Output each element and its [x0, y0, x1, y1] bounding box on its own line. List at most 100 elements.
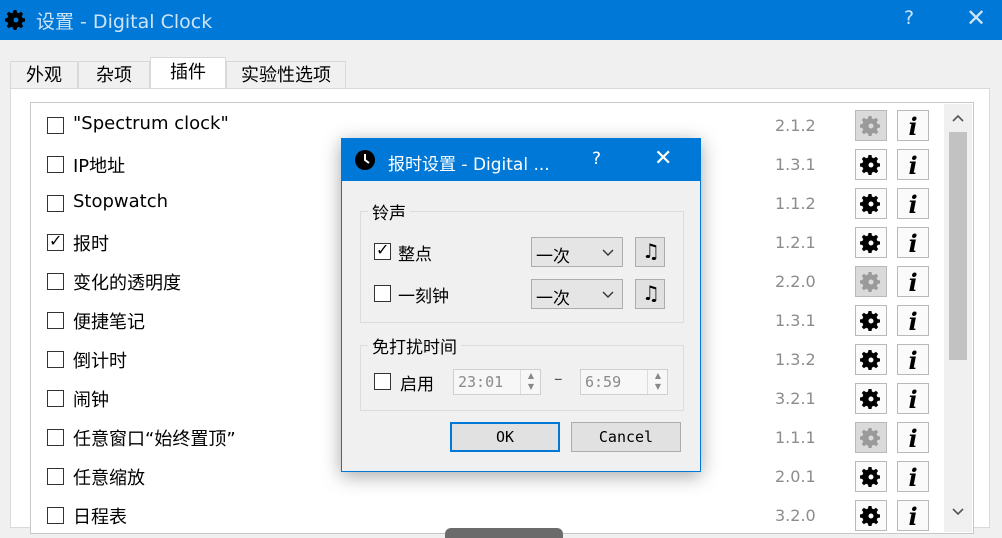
hourly-sound-button[interactable]: ♫ — [635, 237, 665, 267]
info-icon: i — [908, 190, 918, 219]
plugin-info-button[interactable]: i — [897, 383, 929, 414]
plugin-version: 1.3.1 — [775, 311, 816, 330]
plugin-info-button[interactable]: i — [897, 110, 929, 141]
plugin-info-button[interactable]: i — [897, 188, 929, 219]
ok-button[interactable]: OK — [450, 422, 560, 452]
plugin-name: Stopwatch — [73, 191, 169, 212]
plugin-info-button[interactable]: i — [897, 305, 929, 336]
tab-appearance[interactable]: 外观 — [10, 61, 78, 89]
gear-icon — [860, 311, 880, 331]
tab-misc[interactable]: 杂项 — [78, 61, 150, 89]
plugin-version: 2.2.0 — [775, 272, 816, 291]
scroll-thumb[interactable] — [949, 132, 967, 360]
plugin-checkbox[interactable] — [47, 273, 64, 290]
hourly-label: 整点 — [398, 245, 432, 265]
gear-icon — [860, 233, 880, 253]
plugin-checkbox[interactable] — [47, 429, 64, 446]
info-icon: i — [908, 112, 918, 141]
tab-plugins[interactable]: 插件 — [150, 57, 226, 89]
quiet-enable-checkbox[interactable] — [374, 373, 391, 390]
cancel-button[interactable]: Cancel — [571, 422, 681, 452]
info-icon: i — [908, 307, 918, 336]
quiet-start-time[interactable]: 23:01 ▲ ▼ — [453, 369, 541, 395]
scroll-down-button[interactable] — [944, 498, 972, 526]
plugin-name: "Spectrum clock" — [73, 113, 229, 134]
title-bar: 设置 - Digital Clock ? ✕ — [0, 0, 1002, 40]
dialog-title-bar: 报时设置 - Digital ... ? ✕ — [342, 139, 700, 181]
plugin-info-button[interactable]: i — [897, 500, 929, 531]
plugin-name: IP地址 — [73, 156, 126, 177]
plugin-checkbox[interactable] — [47, 156, 64, 173]
scrollbar[interactable] — [944, 104, 972, 532]
chime-settings-dialog: 报时设置 - Digital ... ? ✕ 铃声 ✓ 整点 一次 ♫ 一刻钟 … — [341, 138, 701, 472]
spin-arrows-icon[interactable]: ▲ ▼ — [647, 370, 668, 394]
plugin-settings-button[interactable] — [855, 188, 887, 219]
plugin-info-button[interactable]: i — [897, 344, 929, 375]
dialog-help-button[interactable]: ? — [592, 149, 601, 169]
plugin-name: 便捷笔记 — [73, 312, 145, 333]
scroll-up-button[interactable] — [944, 104, 972, 132]
plugin-settings-button[interactable] — [855, 110, 887, 141]
music-note-icon: ♫ — [642, 281, 660, 305]
plugin-settings-button[interactable] — [855, 344, 887, 375]
chevron-up-icon — [952, 114, 964, 122]
hourly-select[interactable]: 一次 — [531, 237, 623, 267]
info-icon: i — [908, 229, 918, 258]
plugin-checkbox[interactable] — [47, 390, 64, 407]
plugin-checkbox[interactable] — [47, 117, 64, 134]
plugin-settings-button[interactable] — [855, 266, 887, 297]
bottom-overlay-bar — [445, 528, 563, 538]
info-icon: i — [908, 502, 918, 531]
info-icon: i — [908, 151, 918, 180]
chevron-down-icon — [602, 291, 614, 298]
hourly-checkbox[interactable]: ✓ — [374, 240, 391, 260]
plugin-checkbox[interactable]: ✓ — [47, 231, 64, 251]
close-button[interactable]: ✕ — [966, 4, 986, 32]
plugin-info-button[interactable]: i — [897, 227, 929, 258]
quiet-end-time[interactable]: 6:59 ▲ ▼ — [580, 369, 668, 395]
plugin-name: 闹钟 — [73, 390, 109, 411]
plugin-info-button[interactable]: i — [897, 461, 929, 492]
help-button[interactable]: ? — [904, 7, 914, 29]
plugin-info-button[interactable]: i — [897, 149, 929, 180]
plugin-settings-button[interactable] — [855, 305, 887, 336]
plugin-version: 1.2.1 — [775, 233, 816, 252]
plugin-checkbox[interactable] — [47, 312, 64, 329]
gear-icon — [860, 506, 880, 526]
plugin-name: 任意缩放 — [73, 468, 145, 489]
info-icon: i — [908, 346, 918, 375]
dialog-title: 报时设置 - Digital ... — [388, 155, 550, 175]
plugin-name: 变化的透明度 — [73, 273, 181, 294]
info-icon: i — [908, 424, 918, 453]
plugin-name: 任意窗口“始终置顶” — [73, 429, 236, 450]
plugin-checkbox[interactable] — [47, 468, 64, 485]
plugin-version: 3.2.0 — [775, 506, 816, 525]
gear-icon — [860, 272, 880, 292]
plugin-settings-button[interactable] — [855, 227, 887, 258]
plugin-checkbox[interactable] — [47, 195, 64, 212]
plugin-info-button[interactable]: i — [897, 266, 929, 297]
plugin-info-button[interactable]: i — [897, 422, 929, 453]
spin-arrows-icon[interactable]: ▲ ▼ — [520, 370, 541, 394]
quarter-label: 一刻钟 — [398, 287, 449, 307]
info-icon: i — [908, 385, 918, 414]
ringtone-group-label: 铃声 — [368, 199, 410, 224]
plugin-checkbox[interactable] — [47, 507, 64, 524]
tab-experimental[interactable]: 实验性选项 — [226, 61, 346, 89]
plugin-name: 报时 — [73, 234, 109, 255]
plugin-checkbox[interactable] — [47, 351, 64, 368]
gear-icon — [860, 116, 880, 136]
quarter-select[interactable]: 一次 — [531, 279, 623, 309]
gear-icon — [860, 428, 880, 448]
quarter-sound-button[interactable]: ♫ — [635, 279, 665, 309]
plugin-settings-button[interactable] — [855, 500, 887, 531]
plugin-settings-button[interactable] — [855, 149, 887, 180]
plugin-settings-button[interactable] — [855, 383, 887, 414]
clock-icon — [355, 150, 375, 170]
plugin-settings-button[interactable] — [855, 461, 887, 492]
quarter-checkbox[interactable] — [374, 285, 391, 302]
dialog-close-button[interactable]: ✕ — [654, 146, 672, 171]
gear-icon — [5, 10, 25, 30]
plugin-settings-button[interactable] — [855, 422, 887, 453]
plugin-name: 日程表 — [73, 507, 127, 528]
